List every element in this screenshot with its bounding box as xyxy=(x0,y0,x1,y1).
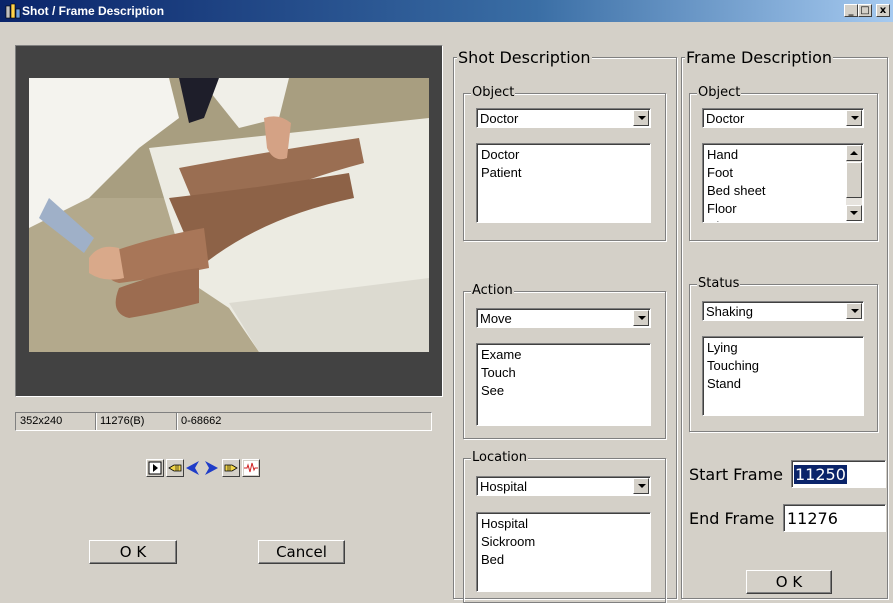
shot-location-list[interactable]: Hospital Sickroom Bed xyxy=(476,512,651,592)
frame-object-label: Object xyxy=(697,85,742,100)
title-bar: Shot / Frame Description _ □ x xyxy=(0,0,893,22)
divider xyxy=(95,413,97,430)
video-panel xyxy=(15,45,443,397)
shot-object-label: Object xyxy=(471,85,516,100)
arrow-right-icon xyxy=(205,461,218,475)
cancel-button[interactable]: Cancel xyxy=(258,540,345,564)
list-scrollbar[interactable] xyxy=(846,145,862,221)
shot-description-title: Shot Description xyxy=(457,48,592,67)
frame-description-group: Frame Description Object Doctor Hand Foo… xyxy=(681,48,888,599)
chevron-down-icon[interactable] xyxy=(633,310,649,326)
scroll-down-icon[interactable] xyxy=(846,205,862,221)
list-item[interactable]: Bed xyxy=(481,551,504,569)
play-icon xyxy=(148,461,162,475)
shot-object-selected: Doctor xyxy=(480,111,519,126)
divider xyxy=(176,413,178,430)
list-item[interactable]: Floor xyxy=(707,200,737,218)
start-frame-input[interactable]: 11250 xyxy=(791,460,886,488)
shot-object-list[interactable]: Doctor Patient xyxy=(476,143,651,223)
frame-status-selected: Shaking xyxy=(706,304,753,319)
frame-status-group: Status Shaking Lying Touching Stand xyxy=(689,276,878,432)
list-item[interactable]: Di xyxy=(707,218,719,222)
current-frame: 11276(B) xyxy=(100,415,145,427)
ok-button[interactable]: O K xyxy=(89,540,177,564)
minimize-button[interactable]: _ xyxy=(844,4,858,17)
video-image xyxy=(29,78,429,352)
chevron-down-icon[interactable] xyxy=(633,478,649,494)
list-item[interactable]: Foot xyxy=(707,164,733,182)
frame-status-select[interactable]: Shaking xyxy=(702,301,864,321)
video-frame[interactable] xyxy=(29,78,429,352)
scroll-up-icon[interactable] xyxy=(846,145,862,161)
list-item[interactable]: Hand xyxy=(707,146,738,164)
shot-action-select[interactable]: Move xyxy=(476,308,651,328)
frame-status-label: Status xyxy=(697,276,741,291)
shot-action-group: Action Move Exame Touch See xyxy=(463,283,666,439)
waveform-icon xyxy=(244,461,258,475)
previous-button[interactable] xyxy=(184,459,202,477)
video-resolution: 352x240 xyxy=(20,415,63,427)
scroll-thumb[interactable] xyxy=(846,162,862,198)
chevron-down-icon[interactable] xyxy=(633,110,649,126)
video-info-bar: 352x240 11276(B) 0-68662 xyxy=(15,412,432,431)
frame-description-title: Frame Description xyxy=(685,48,834,67)
maximize-button[interactable]: □ xyxy=(858,4,872,17)
frame-object-list[interactable]: Hand Foot Bed sheet Floor Di xyxy=(702,143,864,223)
frame-status-list[interactable]: Lying Touching Stand xyxy=(702,336,864,416)
shot-location-selected: Hospital xyxy=(480,479,527,494)
app-icon xyxy=(5,3,21,19)
next-button[interactable] xyxy=(202,459,220,477)
shot-action-label: Action xyxy=(471,283,514,298)
shot-action-selected: Move xyxy=(480,311,512,326)
list-item[interactable]: Exame xyxy=(481,346,521,364)
list-item[interactable]: Touching xyxy=(707,357,759,375)
shot-location-select[interactable]: Hospital xyxy=(476,476,651,496)
list-item[interactable]: Bed sheet xyxy=(707,182,766,200)
list-item[interactable]: See xyxy=(481,382,504,400)
shot-object-group: Object Doctor Doctor Patient xyxy=(463,85,666,241)
start-frame-value: 11250 xyxy=(794,465,847,484)
chevron-down-icon[interactable] xyxy=(846,110,862,126)
frame-range: 0-68662 xyxy=(181,415,222,427)
frame-ok-button[interactable]: O K xyxy=(746,570,832,594)
chevron-down-icon[interactable] xyxy=(846,303,862,319)
close-button[interactable]: x xyxy=(876,4,890,17)
window-title: Shot / Frame Description xyxy=(22,4,165,18)
hand-left-icon xyxy=(168,464,182,472)
end-frame-label: End Frame xyxy=(689,509,775,528)
shot-object-select[interactable]: Doctor xyxy=(476,108,651,128)
list-item[interactable]: Hospital xyxy=(481,515,528,533)
arrow-left-icon xyxy=(186,461,199,475)
shot-description-group: Shot Description Object Doctor Doctor Pa… xyxy=(453,48,677,603)
list-item[interactable]: Lying xyxy=(707,339,738,357)
hand-left-button[interactable] xyxy=(166,459,184,477)
frame-object-group: Object Doctor Hand Foot Bed sheet Floor … xyxy=(689,85,878,241)
frame-object-selected: Doctor xyxy=(706,111,745,126)
list-item[interactable]: Patient xyxy=(481,164,521,182)
hand-right-button[interactable] xyxy=(222,459,240,477)
waveform-button[interactable] xyxy=(242,459,260,477)
frame-object-select[interactable]: Doctor xyxy=(702,108,864,128)
end-frame-value: 11276 xyxy=(787,509,838,528)
dialog-body: 352x240 11276(B) 0-68662 O K Cancel Shot… xyxy=(0,22,893,603)
list-item[interactable]: Sickroom xyxy=(481,533,535,551)
list-item[interactable]: Stand xyxy=(707,375,741,393)
shot-action-list[interactable]: Exame Touch See xyxy=(476,343,651,426)
start-frame-label: Start Frame xyxy=(689,465,784,484)
shot-location-label: Location xyxy=(471,450,528,465)
list-item[interactable]: Doctor xyxy=(481,146,519,164)
shot-location-group: Location Hospital Hospital Sickroom Bed xyxy=(463,450,666,603)
end-frame-input[interactable]: 11276 xyxy=(783,504,886,532)
play-button[interactable] xyxy=(146,459,164,477)
hand-right-icon xyxy=(224,464,238,472)
list-item[interactable]: Touch xyxy=(481,364,516,382)
